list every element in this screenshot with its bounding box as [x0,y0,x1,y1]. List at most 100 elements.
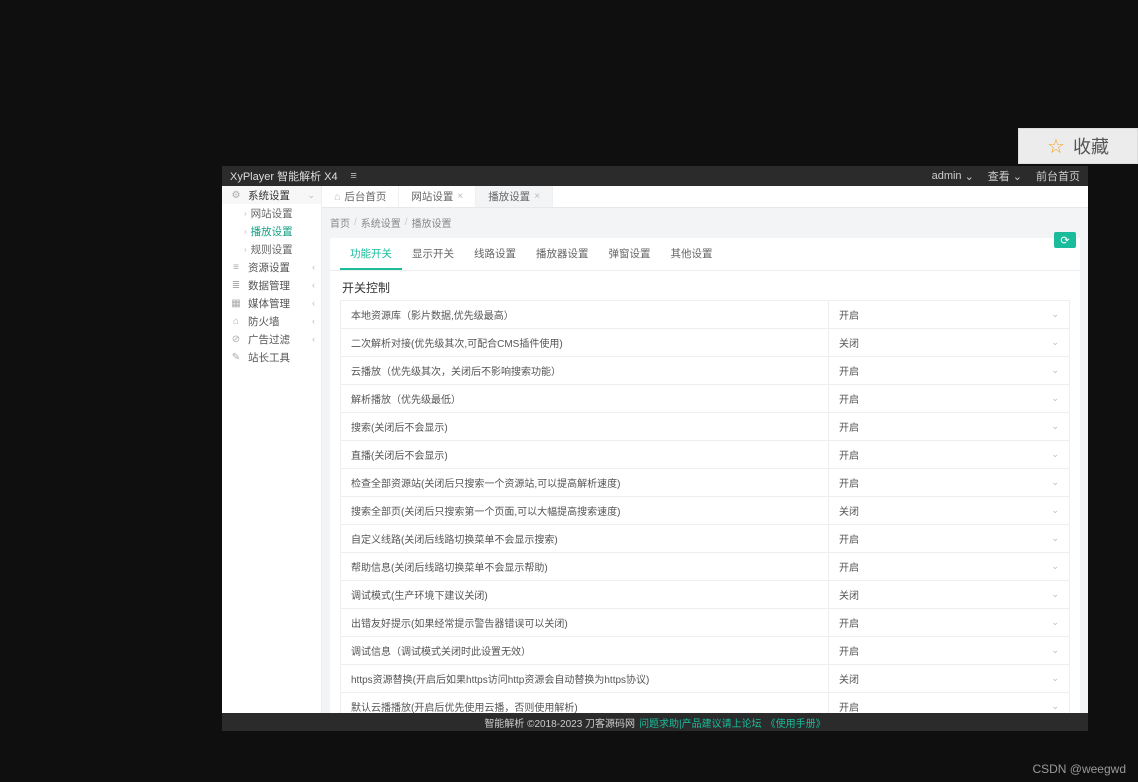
sidebar: ⚙系统设置⌄›网站设置›播放设置›规则设置≡资源设置‹≣数据管理‹▦媒体管理‹⌂… [222,186,322,713]
tab-2[interactable]: 播放设置 × [476,186,553,207]
breadcrumb-sep: / [405,217,408,228]
setting-select[interactable]: 开启⌄ [829,301,1069,328]
setting-select[interactable]: 开启⌄ [829,469,1069,496]
app-window: XyPlayer 智能解析 X4 ≡ admin ⌄ 查看 ⌄ 前台首页 ⚙系统… [222,166,1088,731]
chevron-left-icon: ‹ [312,316,315,326]
rss-icon: ≡ [230,262,242,273]
setting-row-10: 调试模式(生产环境下建议关闭)关闭⌄ [340,581,1070,609]
breadcrumb-item-1[interactable]: 系统设置 [361,215,401,230]
bullet-icon: › [244,227,247,236]
setting-label: 默认云播播放(开启后优先使用云播，否则使用解析) [341,693,829,713]
setting-value-text: 开启 [839,531,859,546]
setting-select[interactable]: 关闭⌄ [829,329,1069,356]
chevron-down-icon: ⌄ [965,170,974,183]
setting-select[interactable]: 关闭⌄ [829,581,1069,608]
sidebar-item-5[interactable]: ⊘广告过滤‹ [222,330,321,348]
sidebar-item-label: 资源设置 [248,260,290,275]
chevron-down-icon: ⌄ [1013,170,1022,183]
footer-link-manual[interactable]: 《使用手册》 [766,715,826,730]
favorite-button[interactable]: ☆ 收藏 [1018,128,1138,164]
setting-label: 搜索全部页(关闭后只搜索第一个页面,可以大幅提高搜索速度) [341,497,829,524]
sidebar-item-3[interactable]: ▦媒体管理‹ [222,294,321,312]
refresh-button[interactable]: ⟳ [1054,232,1076,248]
setting-label: 检查全部资源站(关闭后只搜索一个资源站,可以提高解析速度) [341,469,829,496]
sidebar-item-4[interactable]: ⌂ 防火墙 ‹ [222,312,321,330]
sidebar-item-label: 防火墙 [248,314,280,329]
setting-label: 二次解析对接(优先级其次,可配合CMS插件使用) [341,329,829,356]
setting-label: 直播(关闭后不会显示) [341,441,829,468]
user-menu[interactable]: admin ⌄ [932,170,974,183]
chevron-left-icon: ‹ [312,262,315,272]
shield-icon: ⌂ [230,316,242,327]
setting-value-text: 关闭 [839,587,859,602]
sidebar-item-0[interactable]: ⚙系统设置⌄ [222,186,321,204]
chevron-down-icon: ⌄ [1051,309,1059,320]
sidebar-subitem-0-1[interactable]: › 播放设置 [222,222,321,240]
db-icon: ≣ [230,280,242,291]
chevron-down-icon: ⌄ [1051,701,1059,712]
grid-icon: ▦ [230,298,242,309]
setting-row-14: 默认云播播放(开启后优先使用云播，否则使用解析)开启⌄ [340,693,1070,713]
chevron-down-icon: ⌄ [1051,673,1059,684]
chevron-left-icon: ‹ [312,280,315,290]
inner-tab-1[interactable]: 显示开关 [402,238,464,270]
setting-select[interactable]: 开启⌄ [829,609,1069,636]
chevron-down-icon: ⌄ [1051,365,1059,376]
star-icon: ☆ [1047,134,1065,159]
setting-value-text: 开启 [839,615,859,630]
inner-tab-3[interactable]: 播放器设置 [526,238,599,270]
tab-1[interactable]: 网站设置× [399,186,476,207]
setting-row-1: 二次解析对接(优先级其次,可配合CMS插件使用)关闭⌄ [340,329,1070,357]
sidebar-item-6[interactable]: ✎站长工具 [222,348,321,366]
setting-label: 调试模式(生产环境下建议关闭) [341,581,829,608]
footer-link-forum[interactable]: 问题求助|产品建议请上论坛 [639,715,762,730]
setting-select[interactable]: 开启⌄ [829,637,1069,664]
setting-select[interactable]: 开启⌄ [829,413,1069,440]
sidebar-item-label: 广告过滤 [248,332,290,347]
setting-select[interactable]: 开启⌄ [829,693,1069,713]
settings-card: 功能开关显示开关线路设置播放器设置弹窗设置其他设置 开关控制 本地资源库（影片数… [330,238,1080,713]
watermark: CSDN @weegwd [1032,762,1126,776]
frontend-label: 前台首页 [1036,168,1080,184]
setting-select[interactable]: 开启⌄ [829,357,1069,384]
inner-tab-4[interactable]: 弹窗设置 [599,238,661,270]
bullet-icon: › [244,245,247,254]
sidebar-subitem-0-0[interactable]: ›网站设置 [222,204,321,222]
setting-value-text: 关闭 [839,671,859,686]
tab-label: 播放设置 [488,189,530,204]
setting-select[interactable]: 开启⌄ [829,385,1069,412]
chevron-down-icon: ⌄ [1051,645,1059,656]
preview-menu[interactable]: 查看 ⌄ [988,168,1022,184]
menu-toggle-icon[interactable]: ≡ [346,169,362,183]
footer: 智能解析 ©2018-2023 刀客源码网 问题求助|产品建议请上论坛 《使用手… [222,713,1088,731]
inner-tab-2[interactable]: 线路设置 [464,238,526,270]
refresh-icon: ⟳ [1060,234,1069,247]
setting-row-3: 解析播放（优先级最低）开启⌄ [340,385,1070,413]
inner-tab-0[interactable]: 功能开关 [340,238,402,270]
sidebar-sub-label: 播放设置 [251,224,293,239]
frontend-link[interactable]: 前台首页 [1036,168,1080,184]
sidebar-item-label: 数据管理 [248,278,290,293]
setting-label: https资源替换(开启后如果https访问http资源会自动替换为https协… [341,665,829,692]
close-icon[interactable]: × [457,191,463,202]
chevron-left-icon: ‹ [312,334,315,344]
tabbar: ⌂后台首页网站设置× 播放设置 × [322,186,1088,208]
sidebar-subitem-0-2[interactable]: ›规则设置 [222,240,321,258]
sidebar-item-2[interactable]: ≣ 数据管理 ‹ [222,276,321,294]
setting-select[interactable]: 开启 ⌄ [829,441,1069,468]
breadcrumb-item-0[interactable]: 首页 [330,215,350,230]
setting-row-5: 直播(关闭后不会显示) 开启 ⌄ [340,441,1070,469]
setting-select[interactable]: 关闭⌄ [829,497,1069,524]
close-icon[interactable]: × [534,191,540,202]
gear-icon: ⚙ [230,190,242,201]
setting-select[interactable]: 关闭 ⌄ [829,665,1069,692]
tab-0[interactable]: ⌂后台首页 [322,186,399,207]
setting-select[interactable]: 开启⌄ [829,553,1069,580]
setting-value-text: 开启 [839,447,859,462]
chevron-down-icon: ⌄ [307,190,315,201]
inner-tab-5[interactable]: 其他设置 [661,238,723,270]
setting-row-12: 调试信息（调试模式关闭时此设置无效）开启⌄ [340,637,1070,665]
setting-select[interactable]: 开启⌄ [829,525,1069,552]
chevron-down-icon: ⌄ [1051,449,1059,460]
sidebar-item-1[interactable]: ≡ 资源设置 ‹ [222,258,321,276]
